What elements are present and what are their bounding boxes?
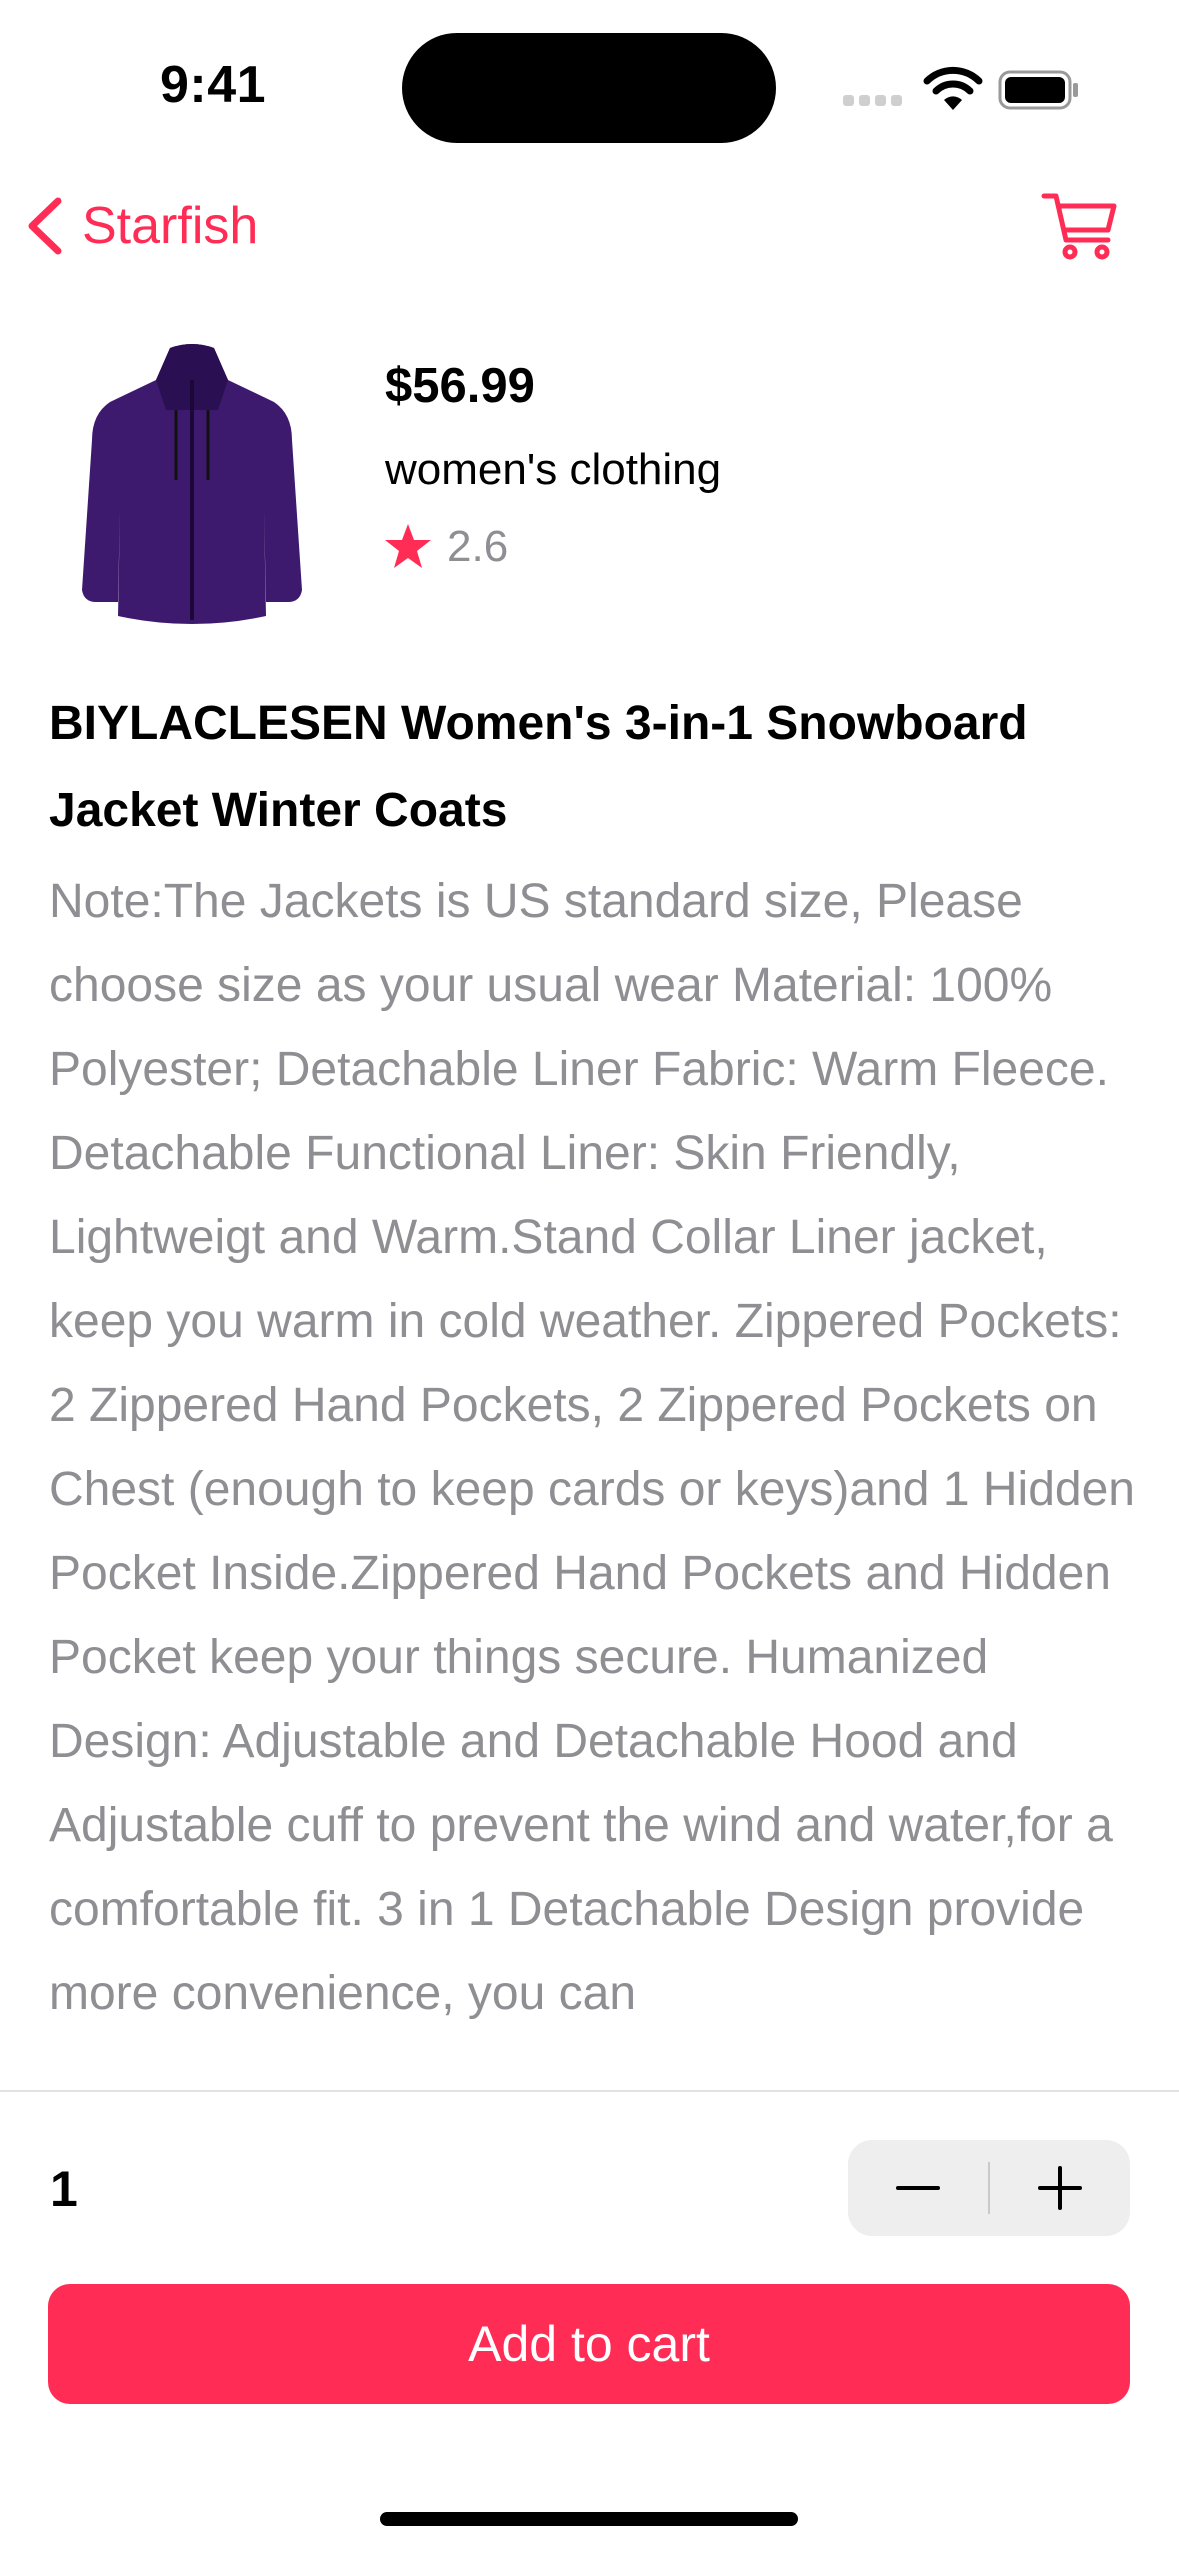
chevron-left-icon [28, 197, 62, 255]
product-price: $56.99 [385, 359, 535, 413]
back-button[interactable]: Starfish [22, 195, 258, 257]
home-indicator[interactable] [380, 2512, 798, 2526]
star-icon [385, 524, 431, 568]
plus-icon [1038, 2166, 1082, 2210]
quantity-stepper [848, 2140, 1130, 2236]
rating-value: 2.6 [447, 522, 509, 571]
add-to-cart-button[interactable]: Add to cart [48, 2284, 1130, 2404]
product-category: women's clothing [385, 445, 722, 494]
battery-icon [998, 70, 1078, 110]
decrement-button[interactable] [848, 2140, 988, 2236]
dynamic-island [402, 33, 776, 143]
back-button-label: Starfish [82, 197, 259, 255]
quantity-value: 1 [50, 2161, 78, 2217]
cellular-signal-icon [843, 93, 907, 111]
wifi-icon [923, 66, 983, 110]
product-image [82, 344, 302, 624]
description-scroll-area[interactable]: Note:The Jackets is US standard size, Pl… [49, 860, 1149, 2090]
divider [0, 2090, 1179, 2092]
increment-button[interactable] [990, 2140, 1130, 2236]
status-time: 9:41 [160, 56, 267, 114]
product-rating: 2.6 [383, 522, 508, 572]
minus-icon [896, 2186, 940, 2190]
product-title: BIYLACLESEN Women's 3-in-1 Snowboard Jac… [49, 697, 1028, 837]
product-description: Note:The Jackets is US standard size, Pl… [49, 875, 1135, 2020]
cart-icon[interactable] [1040, 190, 1120, 262]
